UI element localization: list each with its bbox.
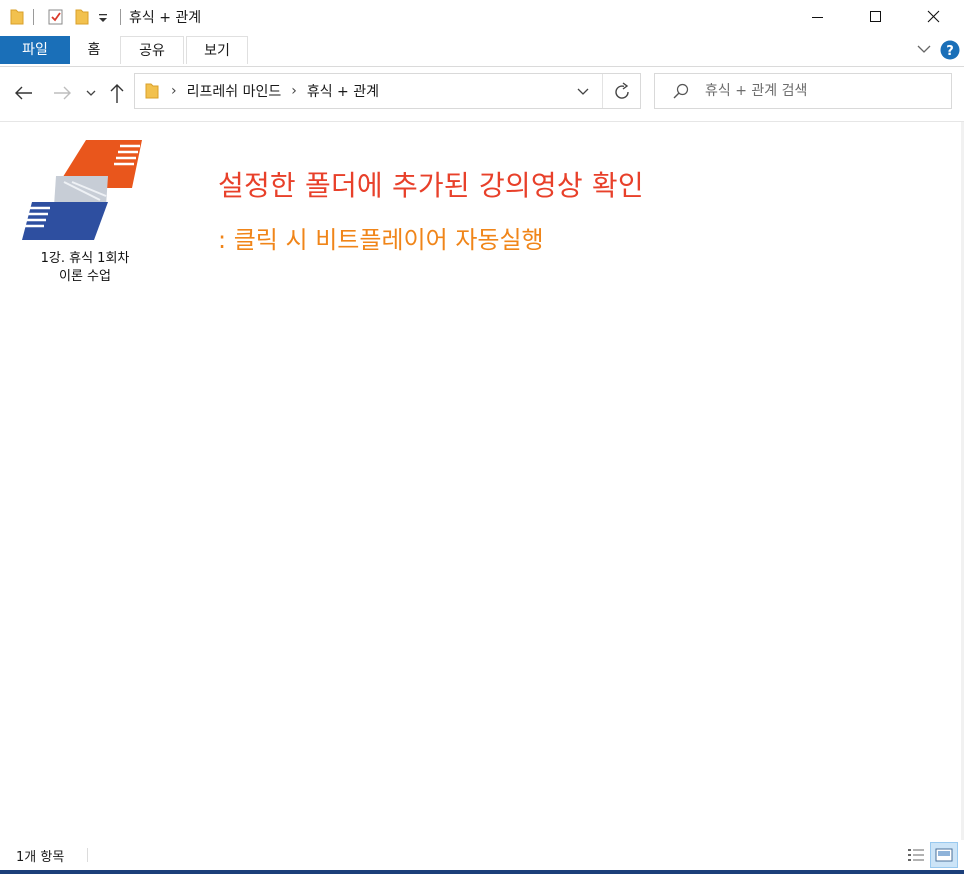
new-folder-icon[interactable] xyxy=(75,8,89,30)
chevron-down-icon xyxy=(86,90,96,96)
maximize-icon xyxy=(870,11,881,22)
divider xyxy=(87,848,88,862)
tab-home[interactable]: 홈 xyxy=(70,36,118,64)
tab-file[interactable]: 파일 xyxy=(0,36,70,64)
divider xyxy=(33,9,34,25)
divider xyxy=(602,74,603,108)
search-input[interactable]: 휴식 + 관계 검색 xyxy=(705,74,807,108)
window-title: 휴식 + 관계 xyxy=(129,10,202,26)
folder-icon xyxy=(10,8,24,30)
tab-view[interactable]: 보기 xyxy=(186,36,248,64)
expand-ribbon-icon[interactable] xyxy=(916,42,932,60)
chevron-right-icon: › xyxy=(171,83,177,99)
search-icon xyxy=(671,82,691,106)
title-bar: 휴식 + 관계 xyxy=(0,0,964,34)
close-button[interactable] xyxy=(904,0,962,34)
properties-icon[interactable] xyxy=(48,8,64,30)
minimize-icon xyxy=(812,17,823,18)
file-name: 1강. 휴식 1회차 이론 수업 xyxy=(40,251,130,284)
details-view-icon[interactable] xyxy=(906,846,926,868)
video-file-logo-icon xyxy=(14,136,156,244)
back-arrow-icon xyxy=(15,86,32,100)
forward-arrow-icon xyxy=(54,86,71,100)
status-bar: 1개 항목 xyxy=(0,840,964,870)
maximize-button[interactable] xyxy=(846,0,904,34)
back-button[interactable] xyxy=(10,77,38,109)
large-icons-view-icon xyxy=(935,848,953,862)
minimize-button[interactable] xyxy=(788,0,846,34)
tab-share[interactable]: 공유 xyxy=(120,36,184,64)
annotation-subline: : 클릭 시 비트플레이어 자동실행 xyxy=(218,226,544,254)
up-arrow-icon xyxy=(110,84,124,103)
customize-toolbar-icon[interactable] xyxy=(98,10,108,28)
recent-locations-button[interactable] xyxy=(80,77,102,109)
large-icons-view-button[interactable] xyxy=(930,842,958,868)
breadcrumb: › 리프레쉬 마인드 › 휴식 + 관계 xyxy=(145,74,379,108)
item-count: 1개 항목 xyxy=(16,850,65,865)
forward-button[interactable] xyxy=(48,77,76,109)
close-icon xyxy=(927,10,940,23)
address-dropdown-icon[interactable] xyxy=(575,82,591,104)
search-box[interactable]: 휴식 + 관계 검색 xyxy=(654,73,952,109)
up-button[interactable] xyxy=(104,77,130,109)
navigation-bar: › 리프레쉬 마인드 › 휴식 + 관계 휴식 + 관계 검색 xyxy=(0,67,964,121)
navigation-divider xyxy=(0,121,964,122)
refresh-icon[interactable] xyxy=(611,81,633,107)
chevron-right-icon: › xyxy=(291,83,297,99)
ribbon-tabs: 파일 홈 공유 보기 ? xyxy=(0,36,964,66)
breadcrumb-item[interactable]: 리프레쉬 마인드 xyxy=(187,81,282,101)
annotation-headline: 설정한 폴더에 추가된 강의영상 확인 xyxy=(218,169,644,202)
folder-icon xyxy=(145,82,159,100)
address-bar[interactable]: › 리프레쉬 마인드 › 휴식 + 관계 xyxy=(134,73,641,109)
svg-text:?: ? xyxy=(946,44,954,59)
divider xyxy=(120,9,121,25)
help-icon[interactable]: ? xyxy=(940,40,960,64)
file-item[interactable]: 1강. 휴식 1회차 이론 수업 xyxy=(14,136,156,286)
window-bottom-border xyxy=(0,870,964,874)
breadcrumb-item[interactable]: 휴식 + 관계 xyxy=(307,81,379,101)
